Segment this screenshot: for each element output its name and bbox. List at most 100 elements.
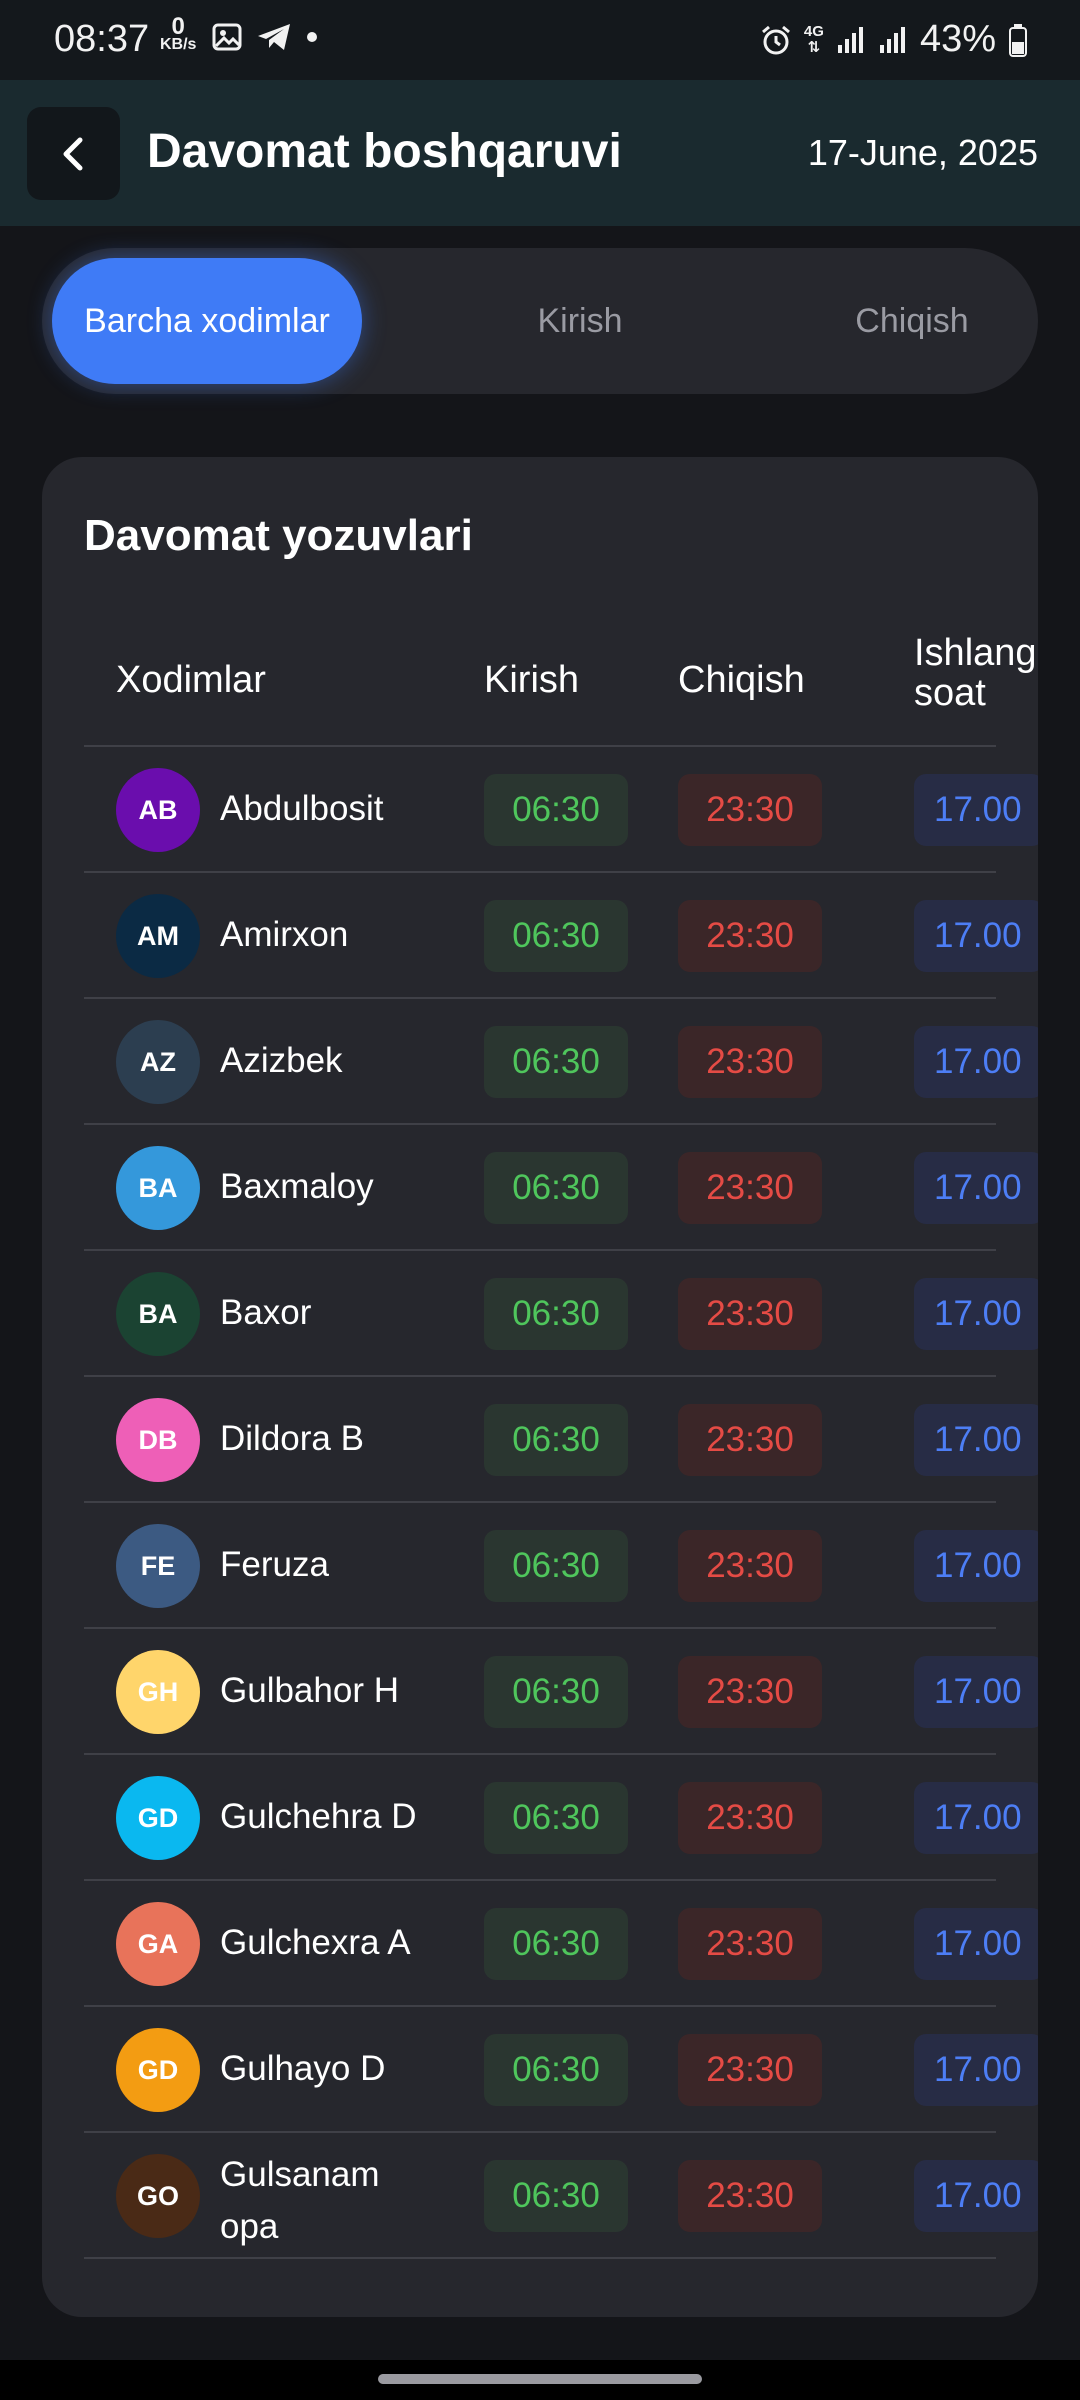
check-out-time: 23:30 [678, 2160, 822, 2232]
avatar: GA [116, 1902, 200, 1986]
employee-name: Gulchexra A [220, 1923, 411, 1962]
avatar: AM [116, 894, 200, 978]
net-speed: 0 KB/s [160, 13, 197, 54]
column-header-employees: Xodimlar [116, 659, 266, 701]
avatar: FE [116, 1524, 200, 1608]
column-header-check-out: Chiqish [678, 659, 805, 701]
back-button[interactable] [27, 107, 120, 200]
employee-name: Dildora B [220, 1419, 364, 1458]
check-in-time: 06:30 [484, 1026, 628, 1098]
signal-icon [837, 26, 863, 53]
net-speed-unit: KB/s [160, 36, 197, 53]
avatar: GO [116, 2154, 200, 2238]
check-out-time: 23:30 [678, 2034, 822, 2106]
gallery-icon [212, 23, 242, 51]
avatar: GH [116, 1650, 200, 1734]
employee-name: Gulhayo D [220, 2049, 386, 2088]
filter-tabs: Barcha xodimlar Kirish Chiqish [42, 248, 1038, 394]
employee-name: Azizbek [220, 1041, 343, 1080]
check-in-time: 06:30 [484, 1782, 628, 1854]
column-header-check-in: Kirish [484, 659, 580, 701]
avatar: AB [116, 768, 200, 852]
table-row[interactable]: FE Feruza 06:30 23:30 17.00 [84, 1503, 1038, 1629]
avatar: AZ [116, 1020, 200, 1104]
employee-name: Gulchehra D [220, 1797, 417, 1836]
avatar: DB [116, 1398, 200, 1482]
avatar: GD [116, 1776, 200, 1860]
table-row[interactable]: GH Gulbahor H 06:30 23:30 17.00 [84, 1629, 1038, 1755]
check-in-time: 06:30 [484, 774, 628, 846]
check-out-time: 23:30 [678, 774, 822, 846]
check-out-time: 23:30 [678, 1782, 822, 1854]
data-arrows-icon: ⇅ [807, 38, 821, 56]
employee-name: Abdulbosit [220, 789, 384, 828]
status-bar: 08:37 0 KB/s 4G ⇅ 43% [0, 0, 1080, 80]
avatar: GD [116, 2028, 200, 2112]
telegram-icon [258, 24, 290, 50]
attendance-table[interactable]: Xodimlar Kirish Chiqish Ishlangan soat A… [84, 607, 1038, 2259]
table-row[interactable]: BA Baxmaloy 06:30 23:30 17.00 [84, 1125, 1038, 1251]
check-in-time: 06:30 [484, 2160, 628, 2232]
table-row[interactable]: AB Abdulbosit 06:30 23:30 17.00 [84, 747, 1038, 873]
check-in-time: 06:30 [484, 1656, 628, 1728]
table-row[interactable]: DB Dildora B 06:30 23:30 17.00 [84, 1377, 1038, 1503]
attendance-card: Davomat yozuvlari Xodimlar Kirish Chiqis… [42, 457, 1038, 2317]
worked-hours: 17.00 [914, 1278, 1038, 1350]
signal-icon [879, 26, 905, 53]
table-row[interactable]: GA Gulchexra A 06:30 23:30 17.00 [84, 1881, 1038, 2007]
table-row[interactable]: GD Gulhayo D 06:30 23:30 17.00 [84, 2007, 1038, 2133]
check-out-time: 23:30 [678, 1152, 822, 1224]
table-row[interactable]: GD Gulchehra D 06:30 23:30 17.00 [84, 1755, 1038, 1881]
chevron-left-icon [63, 137, 82, 170]
employee-name: Amirxon [220, 915, 349, 954]
worked-hours: 17.00 [914, 1530, 1038, 1602]
network-type: 4G ⇅ [803, 22, 824, 56]
worked-hours: 17.00 [914, 1026, 1038, 1098]
tab-check-out[interactable]: Chiqish [772, 258, 1052, 384]
table-row[interactable]: BA Baxor 06:30 23:30 17.00 [84, 1251, 1038, 1377]
check-out-time: 23:30 [678, 1278, 822, 1350]
check-in-time: 06:30 [484, 1908, 628, 1980]
tab-all-employees[interactable]: Barcha xodimlar [52, 258, 362, 384]
battery-icon [1009, 23, 1027, 57]
check-in-time: 06:30 [484, 2034, 628, 2106]
table-header: Xodimlar Kirish Chiqish Ishlangan soat [84, 607, 1038, 747]
worked-hours: 17.00 [914, 1782, 1038, 1854]
check-out-time: 23:30 [678, 1530, 822, 1602]
table-row[interactable]: AZ Azizbek 06:30 23:30 17.00 [84, 999, 1038, 1125]
employee-name: Gulbahor H [220, 1671, 399, 1710]
battery-level: 43% [919, 18, 996, 60]
check-in-time: 06:30 [484, 1404, 628, 1476]
check-out-time: 23:30 [678, 1656, 822, 1728]
worked-hours: 17.00 [914, 900, 1038, 972]
card-title: Davomat yozuvlari [84, 511, 473, 560]
status-time: 08:37 [54, 18, 150, 60]
table-row[interactable]: AM Amirxon 06:30 23:30 17.00 [84, 873, 1038, 999]
avatar: BA [116, 1272, 200, 1356]
employee-name: Baxor [220, 1293, 312, 1332]
worked-hours: 17.00 [914, 1908, 1038, 1980]
check-in-time: 06:30 [484, 1530, 628, 1602]
worked-hours: 17.00 [914, 2034, 1038, 2106]
dot-icon [307, 32, 317, 42]
net-speed-value: 0 [171, 13, 185, 40]
check-out-time: 23:30 [678, 1404, 822, 1476]
home-gesture-handle[interactable] [378, 2374, 702, 2384]
employee-name: Feruza [220, 1545, 329, 1584]
tab-check-in[interactable]: Kirish [440, 258, 720, 384]
table-row[interactable]: GO Gulsanam opa 06:30 23:30 17.00 [84, 2133, 1038, 2259]
table-body: AB Abdulbosit 06:30 23:30 17.00 AM Amirxon 06:3… [84, 747, 1038, 2259]
worked-hours: 17.00 [914, 1152, 1038, 1224]
navigation-bar [0, 2360, 1080, 2400]
current-date: 17-June, 2025 [807, 132, 1038, 173]
column-header-hours: Ishlangan soat [914, 632, 1038, 714]
alarm-icon [761, 25, 790, 54]
check-in-time: 06:30 [484, 1278, 628, 1350]
app-bar: Davomat boshqaruvi 17-June, 2025 [0, 80, 1080, 226]
worked-hours: 17.00 [914, 1404, 1038, 1476]
employee-name: Gulsanam opa [220, 2155, 380, 2246]
check-out-time: 23:30 [678, 1026, 822, 1098]
avatar: BA [116, 1146, 200, 1230]
employee-name: Baxmaloy [220, 1167, 374, 1206]
check-out-time: 23:30 [678, 900, 822, 972]
